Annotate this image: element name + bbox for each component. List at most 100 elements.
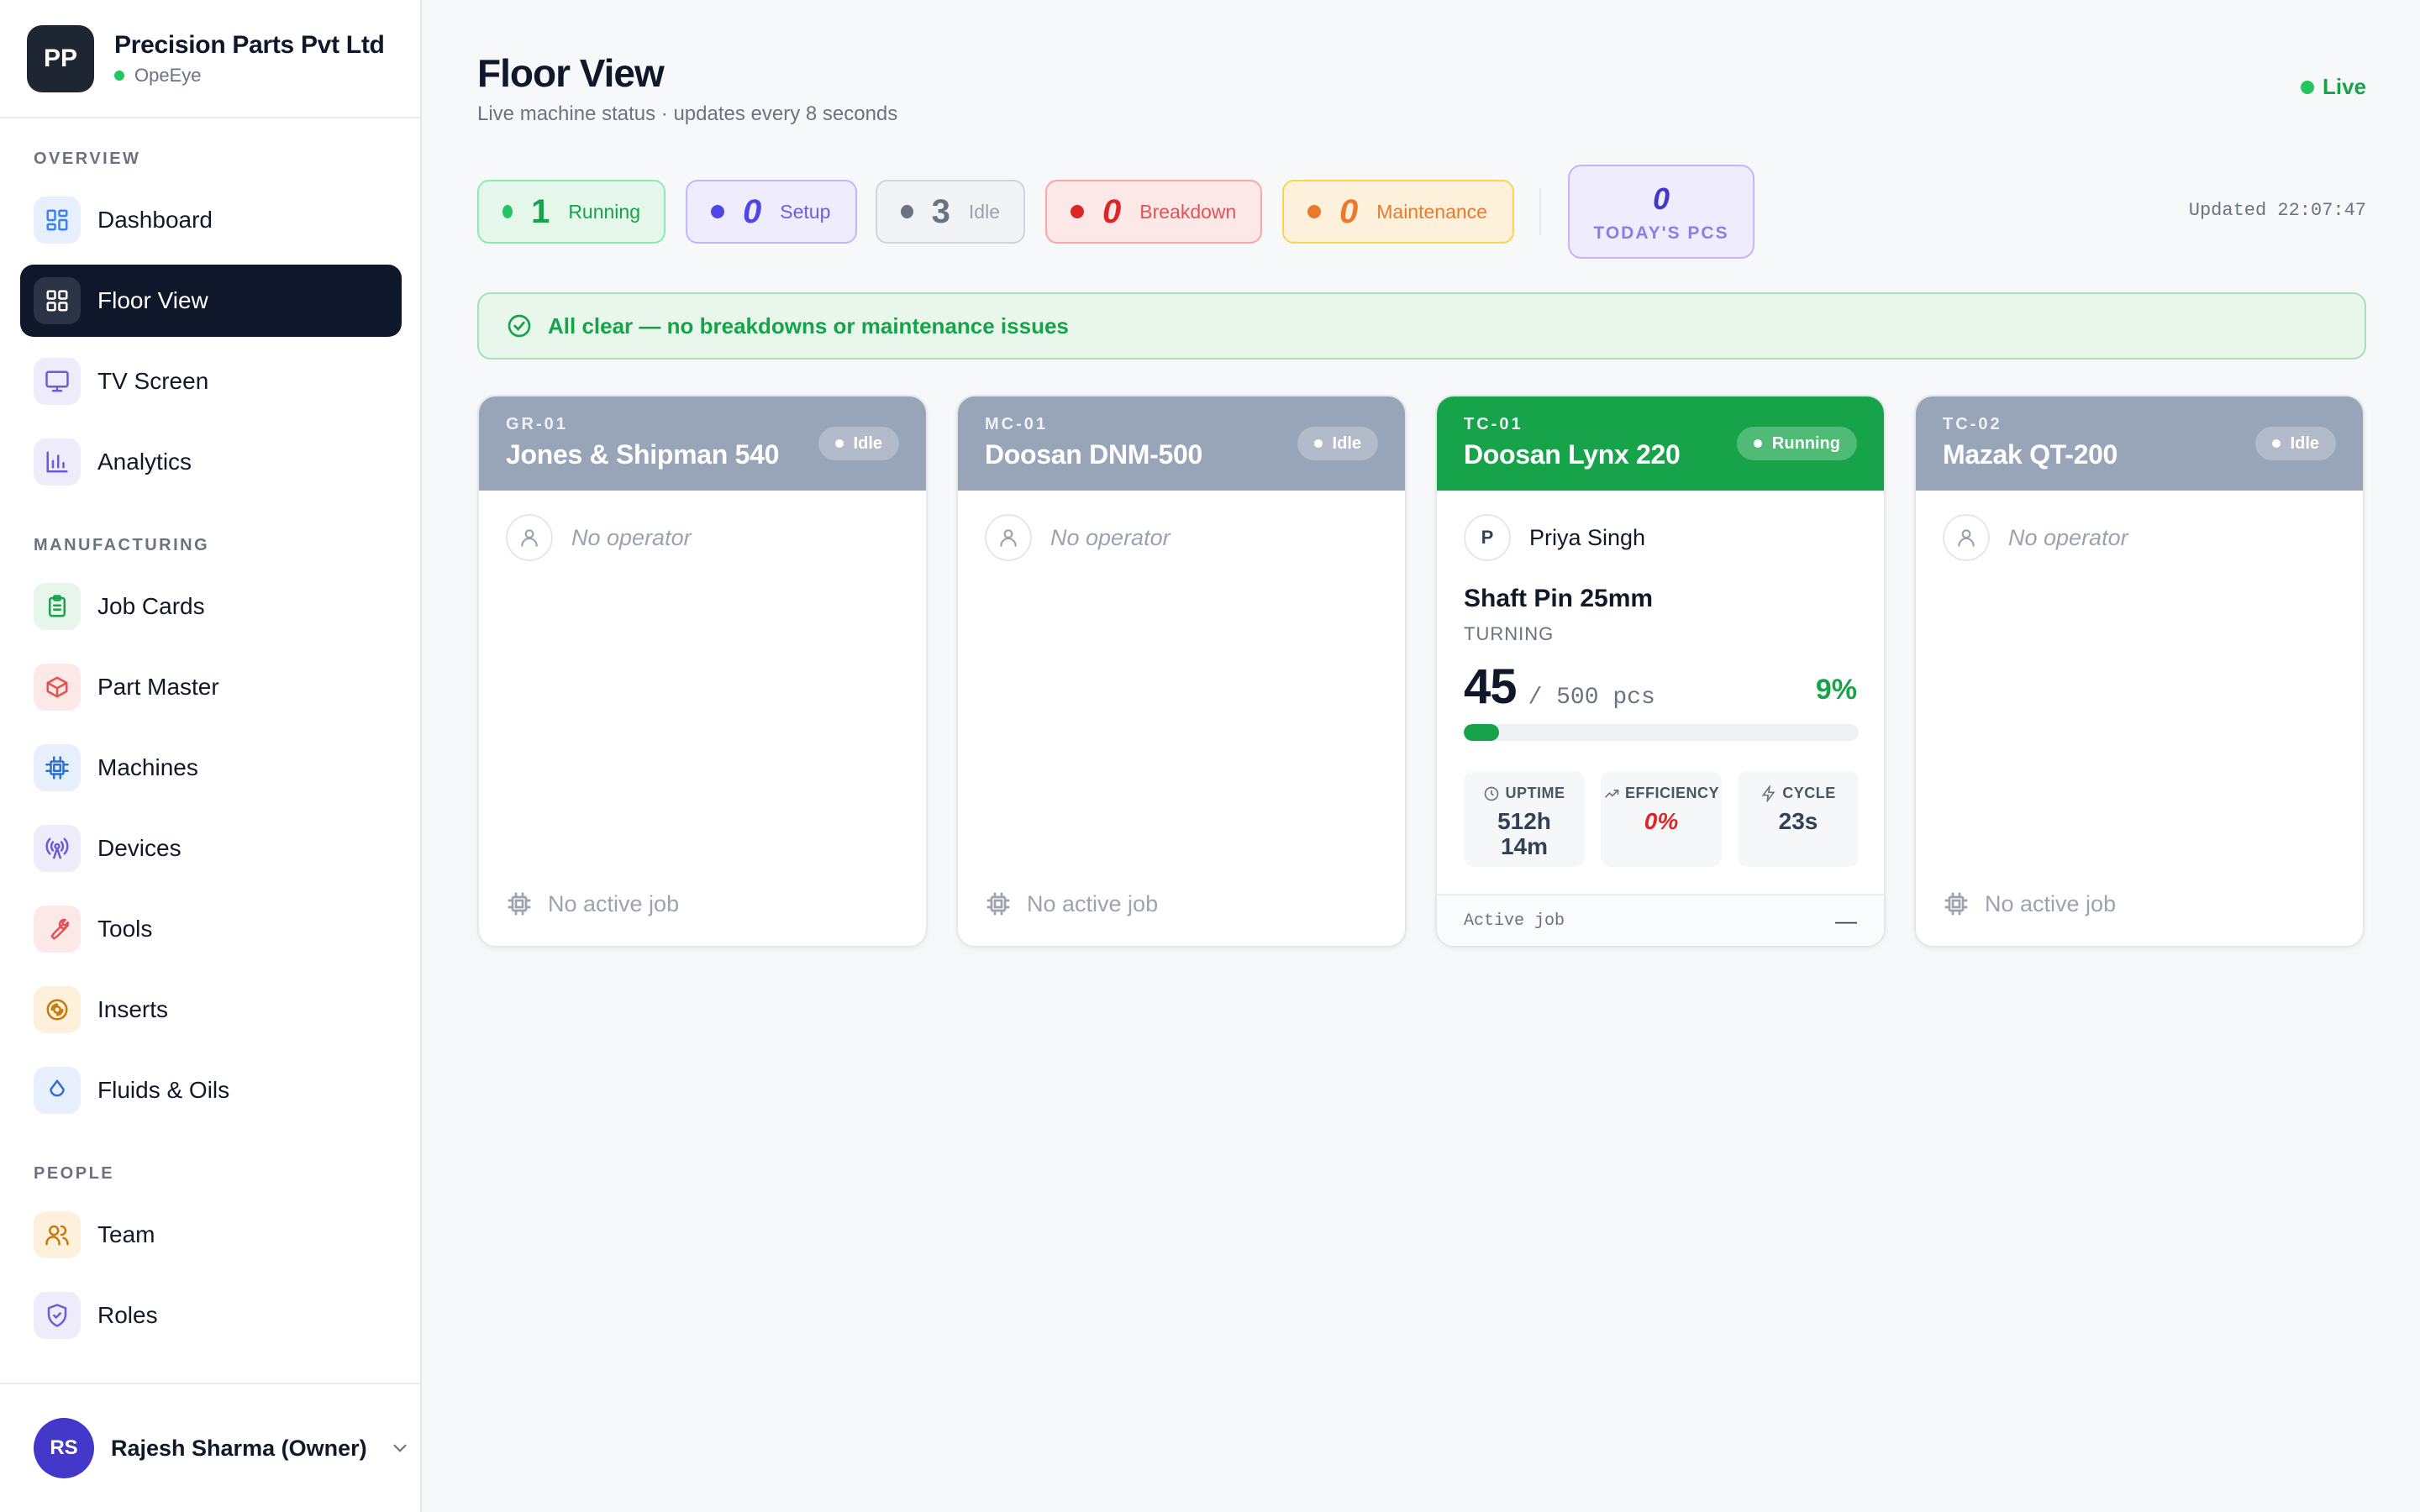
- sidebar-item-label: Tools: [97, 916, 153, 942]
- live-indicator: Live: [2300, 74, 2366, 100]
- check-circle-icon: [508, 314, 531, 338]
- status-dot: [711, 205, 724, 218]
- status-dot: [1307, 205, 1321, 218]
- wrench-icon: [34, 906, 81, 953]
- machine-card-header: TC-01 Doosan Lynx 220 Running: [1437, 396, 1884, 491]
- machine-card-tc-01[interactable]: TC-01 Doosan Lynx 220 Running P Priya Si…: [1435, 395, 1886, 948]
- cpu-icon: [34, 744, 81, 791]
- job-status: No active job: [985, 890, 1158, 917]
- online-dot: [114, 70, 124, 81]
- stat-value: 0%: [1644, 808, 1679, 834]
- todays-pcs-card: 0 TODAY'S PCS: [1568, 165, 1754, 259]
- sidebar-item-label: Floor View: [97, 287, 208, 313]
- updated-timestamp: Updated 22:07:47: [2188, 200, 2366, 221]
- sidebar-item-machines[interactable]: Machines: [20, 732, 402, 804]
- section-label-overview: OVERVIEW: [34, 150, 141, 168]
- sidebar-item-label: Roles: [97, 1302, 158, 1328]
- sidebar-item-tools[interactable]: Tools: [20, 893, 402, 965]
- status-badge-label: Idle: [1332, 433, 1361, 453]
- brand-header[interactable]: PP Precision Parts Pvt Ltd OpeEye: [0, 0, 420, 118]
- operator-name: No operator: [1050, 524, 1171, 550]
- cpu-icon: [1944, 892, 1968, 916]
- zap-icon: [1761, 785, 1776, 802]
- sidebar-item-fluids-oils[interactable]: Fluids & Oils: [20, 1054, 402, 1126]
- status-dot: [1071, 205, 1084, 218]
- main-content: Floor View Live machine status · updates…: [422, 0, 2420, 1512]
- operation-type: TURNING: [1464, 623, 1555, 644]
- running-label: Running: [568, 200, 640, 223]
- droplet-icon: [34, 1067, 81, 1114]
- banner-text: All clear — no breakdowns or maintenance…: [548, 312, 1069, 339]
- sidebar-item-roles[interactable]: Roles: [20, 1279, 402, 1352]
- chevron-down-icon: [393, 1444, 407, 1452]
- page-title: Floor View: [477, 51, 665, 95]
- machine-card-gr-01[interactable]: GR-01 Jones & Shipman 540 Idle No operat…: [477, 395, 928, 948]
- todays-pcs-count: 0: [1652, 181, 1670, 216]
- sidebar-item-dashboard[interactable]: Dashboard: [20, 184, 402, 256]
- stat-efficiency: EFFICIENCY 0%: [1601, 771, 1722, 867]
- machine-card-tc-02[interactable]: TC-02 Mazak QT-200 Idle No operator No a…: [1914, 395, 2365, 948]
- job-status-label: No active job: [1027, 890, 1159, 916]
- job-status: No active job: [1943, 890, 2116, 917]
- idle-count: 3: [931, 192, 950, 230]
- qty-done: 45: [1464, 659, 1518, 714]
- clipboard-icon: [34, 583, 81, 630]
- brand-logo: PP: [27, 24, 94, 92]
- operator-initial: P: [1481, 527, 1494, 548]
- stat-chip-idle[interactable]: 3 Idle: [876, 180, 1025, 244]
- machine-card-header: GR-01 Jones & Shipman 540 Idle: [479, 396, 926, 491]
- idle-label: Idle: [968, 200, 1000, 223]
- operator-row: No operator: [1943, 514, 2128, 561]
- user-icon: [985, 514, 1032, 561]
- stat-chip-maintenance[interactable]: 0 Maintenance: [1282, 180, 1514, 244]
- antenna-icon: [34, 825, 81, 872]
- machine-card-mc-01[interactable]: MC-01 Doosan DNM-500 Idle No operator No…: [956, 395, 1407, 948]
- disc-icon: [34, 986, 81, 1033]
- operator-row: No operator: [985, 514, 1171, 561]
- user-menu[interactable]: RS Rajesh Sharma (Owner): [0, 1383, 422, 1512]
- company-name: Precision Parts Pvt Ltd: [114, 30, 385, 59]
- stat-value: 512h 14m: [1497, 808, 1551, 859]
- active-job-label: Active job: [1464, 911, 1565, 931]
- breakdown-label: Breakdown: [1139, 200, 1237, 223]
- sidebar-item-inserts[interactable]: Inserts: [20, 974, 402, 1046]
- stat-chip-breakdown[interactable]: 0 Breakdown: [1045, 180, 1262, 244]
- sidebar-item-label: Analytics: [97, 449, 192, 475]
- sidebar: PP Precision Parts Pvt Ltd OpeEye OVERVI…: [0, 0, 422, 1512]
- job-status-label: No active job: [548, 890, 680, 916]
- sidebar-item-label: Devices: [97, 835, 182, 861]
- setup-label: Setup: [780, 200, 831, 223]
- quantity: 45 / 500 pcs: [1464, 659, 1655, 715]
- user-name: Rajesh Sharma (Owner): [111, 1435, 367, 1461]
- sidebar-item-tv-screen[interactable]: TV Screen: [20, 345, 402, 417]
- job-status: No active job: [506, 890, 679, 917]
- sidebar-item-team[interactable]: Team: [20, 1199, 402, 1271]
- sidebar-item-analytics[interactable]: Analytics: [20, 426, 402, 498]
- sidebar-item-part-master[interactable]: Part Master: [20, 651, 402, 723]
- operator-row: No operator: [506, 514, 692, 561]
- sidebar-item-devices[interactable]: Devices: [20, 812, 402, 885]
- operator-row: P Priya Singh: [1464, 514, 1645, 561]
- operator-name: No operator: [571, 524, 692, 550]
- setup-count: 0: [743, 192, 762, 230]
- stat-chip-running[interactable]: 1 Running: [477, 180, 666, 244]
- todays-pcs-label: TODAY'S PCS: [1593, 223, 1729, 243]
- app-name: OpeEye: [134, 64, 202, 86]
- stat-label: UPTIME: [1505, 785, 1565, 801]
- sidebar-item-floor-view[interactable]: Floor View: [20, 265, 402, 337]
- clock-icon: [1485, 786, 1499, 801]
- sidebar-item-job-cards[interactable]: Job Cards: [20, 570, 402, 643]
- status-badge: Idle: [2254, 427, 2336, 460]
- grid-icon: [34, 277, 81, 324]
- user-icon: [1943, 514, 1990, 561]
- stat-chip-setup[interactable]: 0 Setup: [686, 180, 857, 244]
- progress-percent: 9%: [1815, 674, 1857, 706]
- stat-value: 23s: [1778, 808, 1818, 834]
- stat-uptime: UPTIME 512h 14m: [1464, 771, 1585, 867]
- part-name: Shaft Pin 25mm: [1464, 585, 1654, 612]
- shield-icon: [34, 1292, 81, 1339]
- active-job-footer: Active job —: [1437, 894, 1884, 946]
- bar-chart-icon: [34, 438, 81, 486]
- sidebar-item-label: Team: [97, 1221, 155, 1247]
- machine-card-header: MC-01 Doosan DNM-500 Idle: [958, 396, 1405, 491]
